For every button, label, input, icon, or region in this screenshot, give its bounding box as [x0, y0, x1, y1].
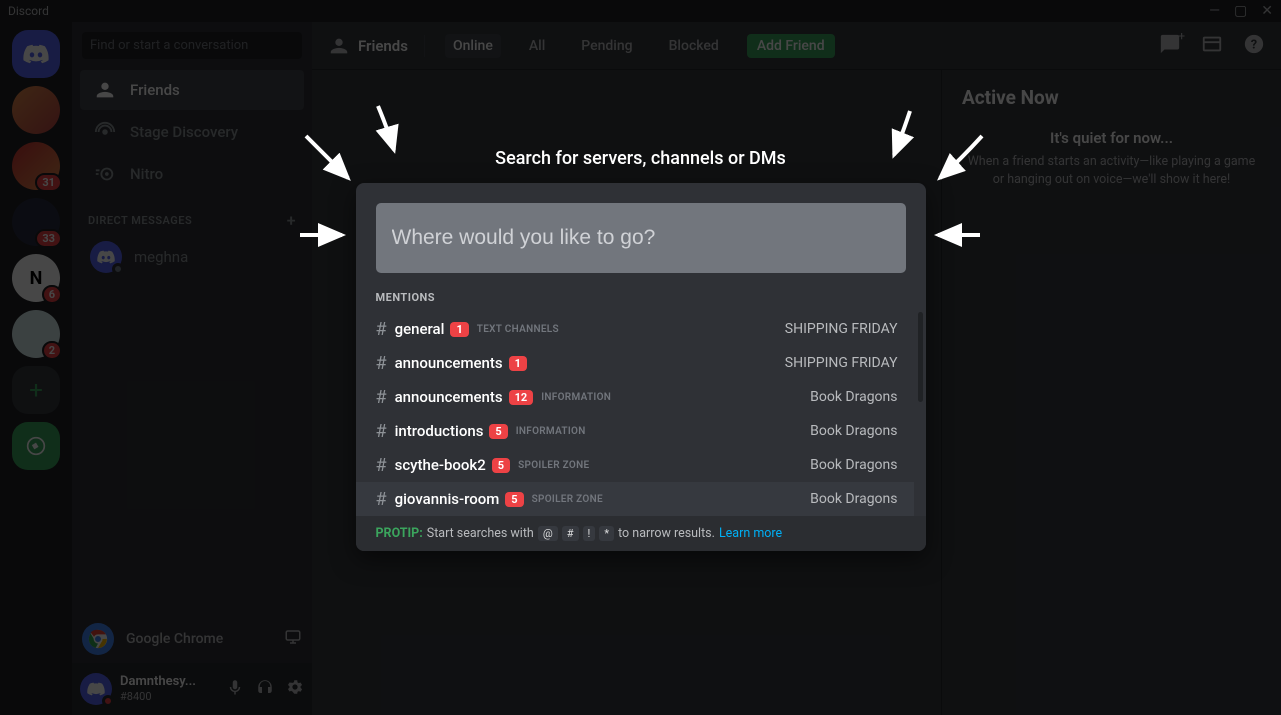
- protip-bar: PROTIP: Start searches with @ # ! * to n…: [356, 516, 926, 551]
- result-channel: announcements: [395, 354, 503, 372]
- key-star: *: [599, 526, 614, 541]
- quickswitcher-results: # general 1 TEXT CHANNELS SHIPPING FRIDAY # an…: [356, 312, 926, 516]
- result-server: SHIPPING FRIDAY: [785, 321, 898, 337]
- quickswitcher-modal-wrap: Search for servers, channels or DMs MENT…: [0, 0, 1281, 715]
- hash-icon: #: [376, 455, 387, 476]
- result-server: Book Dragons: [810, 491, 897, 507]
- key-at: @: [538, 526, 558, 541]
- result-channel: introductions: [395, 422, 484, 440]
- result-channel: scythe-book2: [395, 456, 486, 474]
- result-channel: giovannis-room: [395, 490, 500, 508]
- result-category: INFORMATION: [541, 392, 611, 403]
- scrollbar-thumb[interactable]: [918, 312, 923, 402]
- quickswitcher-input-wrap[interactable]: [376, 203, 906, 273]
- result-category: SPOILER ZONE: [532, 494, 603, 505]
- hash-icon: #: [376, 489, 387, 510]
- mention-count: 5: [489, 424, 507, 439]
- mention-count: 5: [505, 492, 523, 507]
- quickswitcher-modal: MENTIONS # general 1 TEXT CHANNELS SHIPPING …: [356, 183, 926, 551]
- result-category: TEXT CHANNELS: [477, 324, 559, 335]
- quickswitcher-input[interactable]: [392, 226, 890, 250]
- protip-text: Start searches with: [427, 526, 534, 541]
- result-server: Book Dragons: [810, 457, 897, 473]
- result-server: Book Dragons: [810, 423, 897, 439]
- quickswitcher-result[interactable]: # giovannis-room 5 SPOILER ZONE Book Dragons: [356, 482, 914, 516]
- result-channel: announcements: [395, 388, 503, 406]
- key-bang: !: [583, 526, 596, 541]
- result-server: SHIPPING FRIDAY: [785, 355, 898, 371]
- hash-icon: #: [376, 421, 387, 442]
- hash-icon: #: [376, 319, 387, 340]
- result-server: Book Dragons: [810, 389, 897, 405]
- quickswitcher-result[interactable]: # general 1 TEXT CHANNELS SHIPPING FRIDAY: [356, 312, 914, 346]
- result-category: SPOILER ZONE: [518, 460, 589, 471]
- learn-more-link[interactable]: Learn more: [719, 526, 782, 541]
- protip-text2: to narrow results.: [618, 526, 715, 541]
- mention-count: 12: [509, 390, 534, 405]
- quickswitcher-result[interactable]: # announcements 12 INFORMATION Book Dragons: [356, 380, 914, 414]
- quickswitcher-result[interactable]: # introductions 5 INFORMATION Book Dragons: [356, 414, 914, 448]
- mention-count: 5: [492, 458, 510, 473]
- hash-icon: #: [376, 387, 387, 408]
- results-section-label: MENTIONS: [356, 291, 926, 312]
- mention-count: 1: [450, 322, 468, 337]
- quickswitcher-title: Search for servers, channels or DMs: [495, 148, 786, 169]
- quickswitcher-result[interactable]: # announcements 1 SHIPPING FRIDAY: [356, 346, 914, 380]
- quickswitcher-result[interactable]: # scythe-book2 5 SPOILER ZONE Book Dragons: [356, 448, 914, 482]
- result-channel: general: [395, 320, 445, 338]
- hash-icon: #: [376, 353, 387, 374]
- key-hash: #: [562, 526, 579, 541]
- mention-count: 1: [509, 356, 527, 371]
- protip-label: PROTIP:: [376, 526, 423, 541]
- result-category: INFORMATION: [516, 426, 586, 437]
